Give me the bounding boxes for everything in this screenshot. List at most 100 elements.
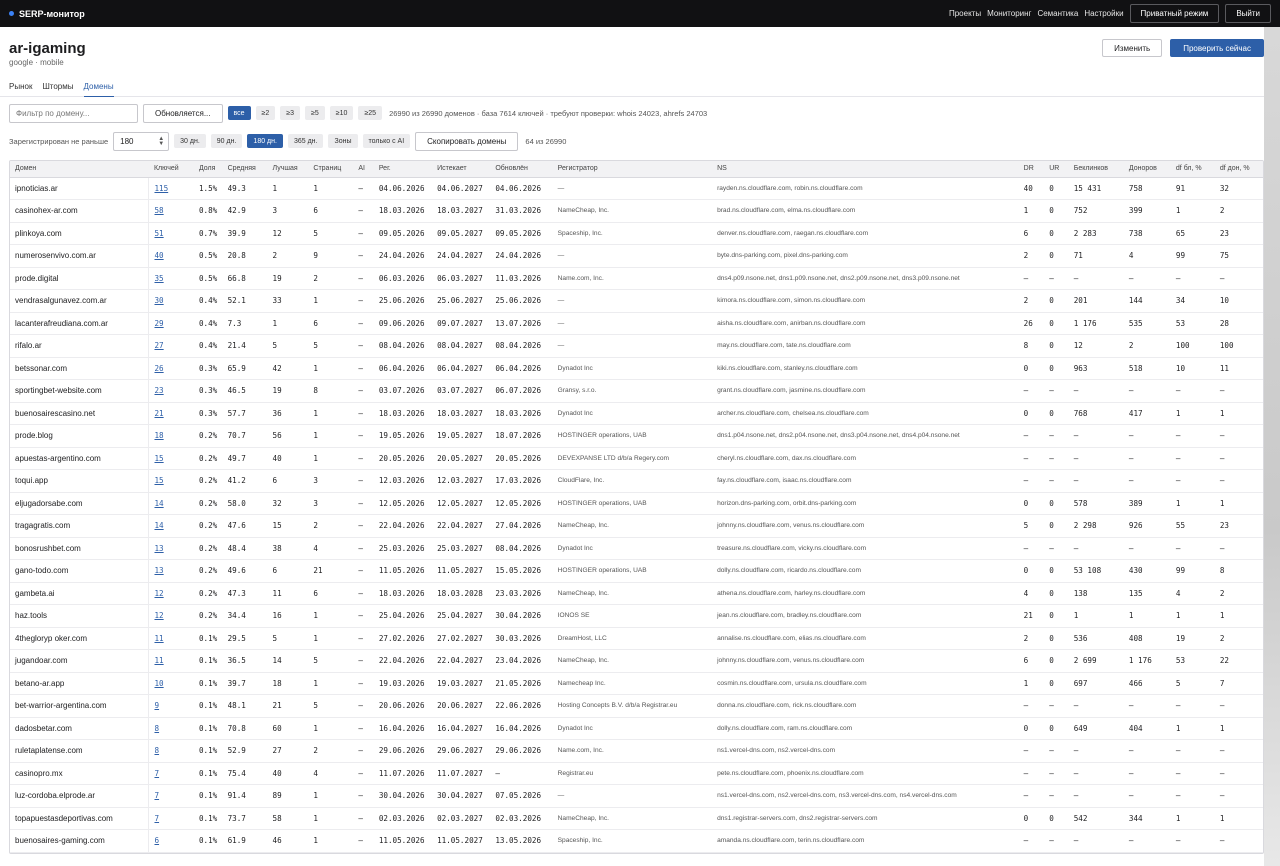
cell-keys[interactable]: 30 [148, 289, 194, 313]
keys-link[interactable]: 7 [154, 814, 159, 823]
table-row[interactable]: numerosenvivo.com.ar 40 0.5% 20.8 2 9—24.04.2… [10, 244, 1263, 268]
nav-projects[interactable]: Проекты [949, 9, 981, 18]
table-row[interactable]: lacanterafreudiana.com.ar 29 0.4% 7.3 1 6—09.… [10, 312, 1263, 335]
table-row[interactable]: bet-warrior-argentina.com 9 0.1% 48.1 21 5—20… [10, 694, 1263, 718]
table-row[interactable]: vendrasalgunavez.com.ar 30 0.4% 52.1 33 1—25.… [10, 289, 1263, 313]
tab-storms[interactable]: Штормы [42, 77, 73, 96]
keys-link[interactable]: 10 [154, 679, 163, 688]
private-mode-button[interactable]: Приватный режим [1129, 4, 1220, 23]
keys-link[interactable]: 15 [154, 454, 163, 463]
cell-keys[interactable]: 7 [148, 784, 194, 808]
cell-keys[interactable]: 18 [148, 424, 194, 448]
table-row[interactable]: luz-cordoba.elprode.ar 7 0.1% 91.4 89 1—30.04… [10, 784, 1263, 808]
table-row[interactable]: topapuestasdeportivas.com 7 0.1% 73.7 58 1—02… [10, 807, 1263, 830]
col-header-donors[interactable]: Доноров [1123, 161, 1171, 178]
keys-link[interactable]: 12 [154, 611, 163, 620]
col-header-updated[interactable]: Обновлён [490, 161, 553, 178]
keys-link[interactable]: 7 [154, 769, 159, 778]
keys-link[interactable]: 13 [154, 544, 163, 553]
logout-button[interactable]: Выйти [1225, 4, 1271, 23]
table-row[interactable]: casinopro.mx 7 0.1% 75.4 40 4—11.07.2026 11.07… [10, 762, 1263, 785]
cell-keys[interactable]: 11 [148, 649, 194, 673]
nav-monitoring[interactable]: Мониторинг [987, 9, 1031, 18]
cell-keys[interactable]: 9 [148, 694, 194, 718]
cell-keys[interactable]: 35 [148, 267, 194, 290]
keys-link[interactable]: 51 [154, 229, 163, 238]
keys-link[interactable]: 12 [154, 589, 163, 598]
keys-link[interactable]: 15 [154, 476, 163, 485]
col-header-registrar[interactable]: Регистратор [552, 161, 713, 178]
keys-link[interactable]: 18 [154, 431, 163, 440]
keys-link[interactable]: 8 [154, 724, 159, 733]
table-row[interactable]: eljugadorsabe.com 14 0.2% 58.0 32 3—12.05.202… [10, 492, 1263, 515]
stepper-arrows-icon[interactable]: ▲ ▼ [158, 136, 164, 147]
keys-link[interactable]: 23 [154, 386, 163, 395]
cell-keys[interactable]: 23 [148, 379, 194, 403]
chip-all[interactable]: все [227, 106, 251, 120]
keys-link[interactable]: 40 [154, 251, 163, 260]
copy-domains-button[interactable]: Скопировать домены [415, 131, 519, 151]
table-row[interactable]: gambeta.ai 12 0.2% 47.3 11 6—18.03.2026 18.03.… [10, 582, 1263, 605]
domain-filter-input[interactable] [9, 103, 138, 123]
keys-link[interactable]: 26 [154, 364, 163, 373]
col-header-ns[interactable]: NS [712, 161, 1019, 178]
table-row[interactable]: buenosaires-gaming.com 6 0.1% 61.9 46 1—11.05… [10, 829, 1263, 853]
cell-keys[interactable]: 7 [148, 762, 194, 785]
keys-link[interactable]: 14 [154, 521, 163, 530]
col-header-dr[interactable]: DR [1018, 161, 1045, 178]
cell-keys[interactable]: 40 [148, 244, 194, 268]
table-row[interactable]: sportingbet-website.com 23 0.3% 46.5 19 8—03.… [10, 379, 1263, 403]
cell-keys[interactable]: 29 [148, 312, 194, 335]
col-header-share[interactable]: Доля [193, 161, 223, 178]
table-row[interactable]: dadosbetar.com 8 0.1% 70.8 60 1—16.04.2026 16.… [10, 717, 1263, 740]
nav-semantics[interactable]: Семантика [1037, 9, 1078, 18]
table-row[interactable]: toqui.app 15 0.2% 41.2 6 3—12.03.2026 12.03.20… [10, 469, 1263, 493]
col-header-pages[interactable]: Страниц [308, 161, 354, 178]
cell-keys[interactable]: 8 [148, 717, 194, 740]
table-row[interactable]: haz.tools 12 0.2% 34.4 16 1—25.04.2026 25.04.2… [10, 604, 1263, 628]
col-header-keys[interactable]: Ключей [148, 161, 194, 178]
chip-ai-only[interactable]: только с AI [362, 134, 411, 148]
chip-90d[interactable]: 90 дн. [210, 134, 243, 148]
col-header-df-don[interactable]: df дон, % [1214, 161, 1263, 178]
tab-domains[interactable]: Домены [83, 77, 114, 97]
chip-ge25[interactable]: ≥25 [358, 106, 383, 120]
cell-keys[interactable]: 14 [148, 492, 194, 515]
table-row[interactable]: bonosrushbet.com 13 0.2% 48.4 38 4—25.03.2026… [10, 537, 1263, 560]
cell-keys[interactable]: 12 [148, 604, 194, 628]
col-header-backlinks[interactable]: Беклинков [1068, 161, 1124, 178]
col-header-best[interactable]: Лучшая [267, 161, 309, 178]
table-row[interactable]: jugandoar.com 11 0.1% 36.5 14 5—22.04.2026 22.… [10, 649, 1263, 673]
table-row[interactable]: ipnoticias.ar 115 1.5% 49.3 1 1—04.06.2026 04.… [10, 177, 1263, 200]
cell-keys[interactable]: 26 [148, 357, 194, 380]
cell-keys[interactable]: 15 [148, 469, 194, 493]
updating-button[interactable]: Обновляется... [143, 103, 223, 123]
cell-keys[interactable]: 27 [148, 334, 194, 358]
col-header-df-bl[interactable]: df бл, % [1170, 161, 1215, 178]
keys-link[interactable]: 30 [154, 296, 163, 305]
cell-keys[interactable]: 13 [148, 559, 194, 583]
keys-link[interactable]: 9 [154, 701, 159, 710]
brand[interactable]: SERP-монитор [9, 9, 85, 19]
col-header-ur[interactable]: UR [1044, 161, 1069, 178]
col-header-expires[interactable]: Истекает [432, 161, 491, 178]
table-row[interactable]: betssonar.com 26 0.3% 65.9 42 1—06.04.2026 06.… [10, 357, 1263, 380]
table-row[interactable]: buenosairescasino.net 21 0.3% 57.7 36 1—18.03… [10, 402, 1263, 425]
chip-30d[interactable]: 30 дн. [174, 134, 206, 148]
table-row[interactable]: tragagratis.com 14 0.2% 47.6 15 2—22.04.2026 2… [10, 514, 1263, 538]
keys-link[interactable]: 29 [154, 319, 163, 328]
col-header-ai[interactable]: AI [353, 161, 374, 178]
keys-link[interactable]: 6 [154, 836, 159, 845]
cell-keys[interactable]: 21 [148, 402, 194, 425]
table-row[interactable]: apuestas-argentino.com 15 0.2% 49.7 40 1—20.0… [10, 447, 1263, 470]
chip-zones[interactable]: Зоны [328, 134, 358, 148]
cell-keys[interactable]: 13 [148, 537, 194, 560]
tab-market[interactable]: Рынок [9, 77, 32, 96]
table-row[interactable]: gano-todo.com 13 0.2% 49.6 6 21—11.05.2026 11.… [10, 559, 1263, 583]
nav-settings[interactable]: Настройки [1084, 9, 1123, 18]
chip-ge10[interactable]: ≥10 [329, 106, 354, 120]
cell-keys[interactable]: 115 [148, 177, 194, 200]
col-header-reg[interactable]: Рег. [373, 161, 433, 178]
table-row[interactable]: ruletaplatense.com 8 0.1% 52.9 27 2—29.06.202… [10, 739, 1263, 763]
chip-ge3[interactable]: ≥3 [280, 106, 301, 120]
